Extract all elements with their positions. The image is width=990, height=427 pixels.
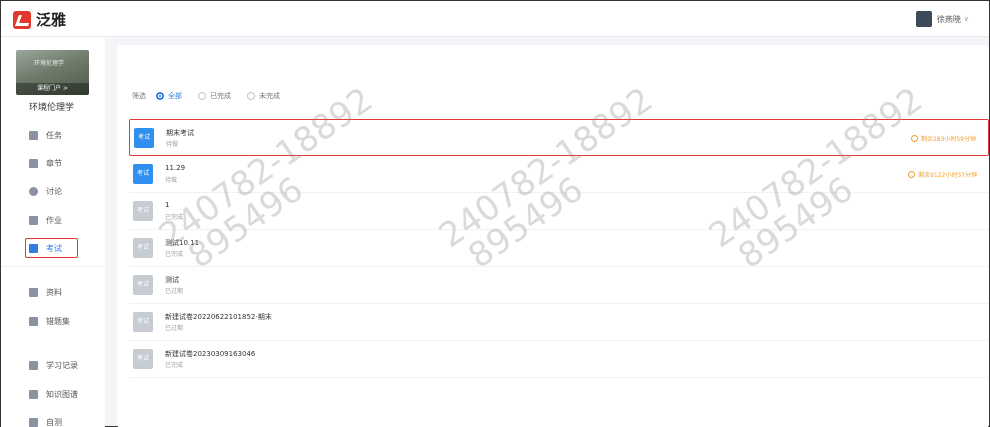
exam-status: 已完成 xyxy=(165,251,184,258)
exam-status: 待做 xyxy=(166,141,179,148)
exam-row[interactable]: 考试 11.29 待做 剩余9122小时37分钟 xyxy=(129,156,989,193)
exam-title: 测试10.11 xyxy=(165,239,200,247)
radio-unchecked-icon xyxy=(198,92,206,100)
exam-status: 已完成 xyxy=(165,214,184,221)
sidebar-divider xyxy=(1,266,105,267)
sidebar-item-label: 学习记录 xyxy=(46,360,78,370)
filter-label: 筛选 xyxy=(132,92,146,100)
sidebar-item-label: 作业 xyxy=(46,215,62,225)
sidebar-item-self-test[interactable]: 自测 xyxy=(29,412,62,427)
sidebar-item-homework[interactable]: 作业 xyxy=(29,210,62,230)
exam-title: 1 xyxy=(165,201,170,209)
error-book-icon xyxy=(29,316,38,326)
radio-checked-icon xyxy=(156,92,164,100)
sidebar-item-label: 任务 xyxy=(46,130,62,140)
cover-title: 环境伦理学 xyxy=(34,60,65,67)
radio-unchecked-icon xyxy=(247,92,255,100)
filter-completed-radio[interactable]: 已完成 xyxy=(198,91,231,101)
logo-text: 泛雅 xyxy=(36,11,67,29)
folder-icon xyxy=(29,287,38,297)
sidebar-item-knowledge-graph[interactable]: 知识图谱 xyxy=(29,384,78,404)
exam-title: 测试 xyxy=(165,276,179,284)
grid-icon xyxy=(29,130,38,140)
exam-icon xyxy=(29,243,38,253)
exam-row[interactable]: 考试 新建试卷20230309163046 已完成 xyxy=(129,341,989,378)
logo[interactable]: 泛雅 xyxy=(13,9,66,30)
logo-mark-icon xyxy=(13,10,31,29)
exam-status: 已完成 xyxy=(165,362,184,369)
avatar xyxy=(915,11,932,27)
course-portal-button[interactable]: 课程门户 > xyxy=(16,83,89,95)
sidebar-item-error-book[interactable]: 错题集 xyxy=(29,311,70,331)
sidebar-item-study-record[interactable]: 学习记录 xyxy=(29,355,78,375)
chapter-icon xyxy=(29,158,38,168)
deadline-text: 剩余283小时59分钟 xyxy=(920,136,976,143)
sidebar-item-chapters[interactable]: 章节 xyxy=(29,153,62,173)
exam-row[interactable]: 考试 新建试卷20220622101852-期末 已过期 xyxy=(129,304,989,341)
sidebar-item-discussion[interactable]: 讨论 xyxy=(29,181,62,201)
sidebar-item-label: 讨论 xyxy=(46,186,62,196)
exam-title: 新建试卷20230309163046 xyxy=(165,350,256,358)
record-icon xyxy=(29,360,38,370)
exam-panel: 筛选 全部 已完成 未完成 考试 期末考试 待做 剩余283小时59分钟 考试 … xyxy=(117,45,989,427)
sidebar-item-label: 资料 xyxy=(46,287,62,297)
exam-title: 新建试卷20220622101852-期末 xyxy=(165,313,272,321)
exam-deadline: 剩余9122小时37分钟 xyxy=(908,170,977,179)
sidebar-item-label: 章节 xyxy=(46,158,62,168)
filter-option-label: 未完成 xyxy=(259,92,280,100)
user-name: 徐燕晓 xyxy=(936,14,961,24)
top-header: 泛雅 徐燕晓 ∨ xyxy=(1,1,989,37)
homework-icon xyxy=(29,215,38,225)
chat-icon xyxy=(29,186,38,196)
clock-icon xyxy=(910,135,918,142)
exam-row[interactable]: 考试 测试10.11 已完成 xyxy=(129,230,989,267)
exam-row[interactable]: 考试 1 已完成 xyxy=(129,193,989,230)
clock-icon xyxy=(908,171,916,178)
filter-option-label: 全部 xyxy=(168,92,182,100)
exam-title: 期末考试 xyxy=(166,129,194,137)
exam-badge: 考试 xyxy=(133,312,153,332)
sidebar-item-label: 知识图谱 xyxy=(46,389,78,399)
filter-all-radio[interactable]: 全部 xyxy=(156,91,182,101)
exam-badge: 考试 xyxy=(133,164,153,184)
exam-badge: 考试 xyxy=(133,275,153,295)
course-name: 环境伦理学 xyxy=(29,103,75,113)
filter-option-label: 已完成 xyxy=(210,92,231,100)
exam-badge: 考试 xyxy=(133,201,153,221)
exam-row[interactable]: 考试 期末考试 待做 剩余283小时59分钟 xyxy=(129,119,989,156)
filter-bar: 筛选 全部 已完成 未完成 xyxy=(132,91,296,101)
deadline-text: 剩余9122小时37分钟 xyxy=(918,172,977,179)
sidebar-item-exam[interactable]: 考试 xyxy=(25,238,78,258)
exam-row[interactable]: 考试 测试 已过期 xyxy=(129,267,989,304)
exam-badge: 考试 xyxy=(133,238,153,258)
exam-badge: 考试 xyxy=(134,128,154,148)
sidebar-item-materials[interactable]: 资料 xyxy=(29,282,62,302)
graph-icon xyxy=(29,389,38,399)
filter-incomplete-radio[interactable]: 未完成 xyxy=(247,91,280,101)
user-menu[interactable]: 徐燕晓 ∨ xyxy=(915,11,969,27)
chevron-down-icon: ∨ xyxy=(963,15,969,23)
sidebar-item-label: 考试 xyxy=(46,243,62,253)
sidebar-item-label: 错题集 xyxy=(46,316,70,326)
selftest-icon xyxy=(29,417,38,427)
exam-status: 已过期 xyxy=(165,325,184,332)
course-cover[interactable]: 环境伦理学 课程门户 > xyxy=(16,50,89,95)
sidebar-item-label: 自测 xyxy=(46,417,62,427)
sidebar-item-tasks[interactable]: 任务 xyxy=(29,125,62,145)
exam-title: 11.29 xyxy=(165,164,186,172)
exam-list: 考试 期末考试 待做 剩余283小时59分钟 考试 11.29 待做 剩余912… xyxy=(129,119,989,378)
exam-deadline: 剩余283小时59分钟 xyxy=(910,134,976,143)
exam-badge: 考试 xyxy=(133,349,153,369)
exam-status: 待做 xyxy=(165,177,178,184)
sidebar: 环境伦理学 课程门户 > 环境伦理学 任务 章节 讨论 作业 考试 资料 错题集… xyxy=(1,37,105,427)
exam-status: 已过期 xyxy=(165,288,184,295)
